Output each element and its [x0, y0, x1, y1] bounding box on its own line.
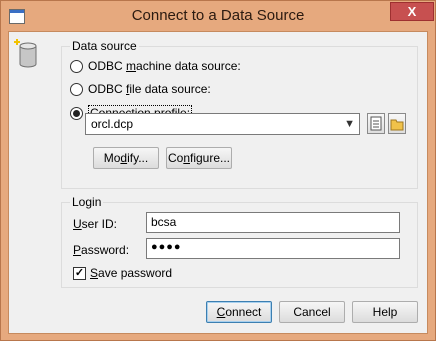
connect-button[interactable]: Connect: [206, 301, 272, 323]
data-source-group-label: Data source: [70, 39, 139, 53]
cancel-button[interactable]: Cancel: [279, 301, 345, 323]
radio-button-checked[interactable]: [70, 106, 83, 120]
window-title: Connect to a Data Source: [131, 7, 305, 24]
document-icon: [370, 116, 382, 131]
dialog-client-area: Data source ODBC machine data source: OD…: [8, 31, 428, 334]
browse-profile-button[interactable]: [367, 113, 385, 134]
password-label: Password:: [73, 243, 130, 257]
chevron-down-icon[interactable]: ▼: [344, 118, 355, 130]
title-bar[interactable]: Connect to a Data Source X: [1, 1, 435, 32]
user-id-input[interactable]: bcsa: [146, 212, 400, 233]
radio-button[interactable]: [70, 59, 83, 73]
password-input[interactable]: ●●●●: [146, 238, 400, 259]
modify-button[interactable]: Modify...: [93, 147, 159, 169]
user-id-label: User ID:: [73, 217, 118, 231]
database-cylinder-icon: [14, 39, 37, 68]
login-group-label: Login: [70, 195, 104, 209]
radio-odbc-file-label: ODBC file data source:: [88, 82, 211, 96]
open-folder-button[interactable]: [388, 113, 406, 134]
data-source-group: Data source ODBC machine data source: OD…: [61, 39, 418, 189]
help-button[interactable]: Help: [352, 301, 418, 323]
folder-icon: [390, 119, 404, 131]
dialog-window: Connect to a Data Source X Data source O…: [0, 0, 436, 341]
radio-odbc-machine-label: ODBC machine data source:: [88, 59, 241, 73]
close-button[interactable]: X: [390, 2, 434, 21]
save-password-checkbox[interactable]: ✓ Save password: [73, 266, 172, 280]
connection-profile-value: orcl.dcp: [91, 117, 134, 131]
radio-odbc-machine[interactable]: ODBC machine data source:: [70, 57, 241, 75]
radio-odbc-file[interactable]: ODBC file data source:: [70, 80, 211, 98]
connection-profile-dropdown[interactable]: orcl.dcp ▼: [85, 113, 360, 135]
configure-button[interactable]: Configure...: [166, 147, 232, 169]
radio-button[interactable]: [70, 82, 83, 96]
checkmark-icon[interactable]: ✓: [73, 266, 86, 280]
save-password-label: Save password: [90, 266, 173, 280]
login-group: Login User ID: bcsa Password: ●●●● ✓ Sav…: [61, 195, 418, 288]
